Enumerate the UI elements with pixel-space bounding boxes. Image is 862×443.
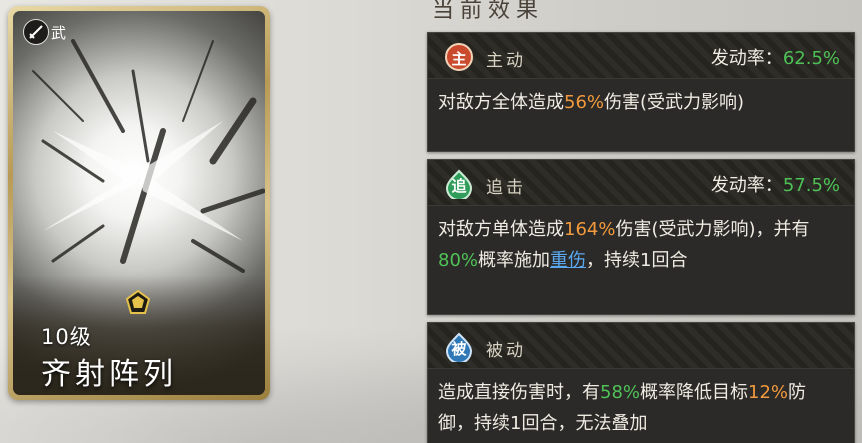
- gem-icon: [125, 289, 151, 314]
- description-segment: 164%: [564, 219, 616, 240]
- active-skill-icon: 主: [444, 42, 474, 72]
- description-segment: 80%: [438, 250, 479, 271]
- passive-skill-icon: 被: [444, 332, 474, 364]
- skill-panel-active[interactable]: 主 主动 发动率：62.5% 对敌方全体造成56%伤害(受武力影响): [427, 32, 855, 152]
- status-effect-link[interactable]: 重伤: [550, 250, 586, 271]
- description-segment: 概率降低目标: [640, 382, 749, 403]
- skill-level: 10级: [41, 325, 92, 349]
- description-segment: 伤害(受武力影响): [604, 92, 745, 113]
- panel-header: 追 追击 发动率：57.5%: [428, 160, 854, 206]
- skill-description: 对敌方单体造成164%伤害(受武力影响)，并有 80%概率施加重伤，持续1回合: [428, 206, 854, 282]
- description-segment: ，持续1回合: [586, 250, 688, 271]
- section-title: 当前效果: [432, 0, 545, 23]
- description-segment: 58%: [600, 382, 641, 403]
- panel-header: 被 被动: [428, 323, 854, 369]
- description-segment: 对敌方单体造成: [438, 219, 564, 240]
- skill-kind-label: 被动: [486, 341, 526, 361]
- trigger-rate: 发动率：57.5%: [710, 175, 840, 196]
- skill-panel-pursuit[interactable]: 追 追击 发动率：57.5% 对敌方单体造成164%伤害(受武力影响)，并有 80…: [427, 159, 855, 315]
- skill-kind-label: 追击: [486, 178, 526, 198]
- skill-kind-label: 主动: [486, 51, 526, 71]
- panel-header: 主 主动 发动率：62.5%: [428, 33, 854, 79]
- skill-type-label: 武: [51, 23, 67, 42]
- skill-name: 齐射阵列: [41, 357, 177, 392]
- description-segment: 概率施加: [478, 250, 551, 271]
- description-segment: 56%: [564, 92, 605, 113]
- skill-description: 对敌方全体造成56%伤害(受武力影响): [428, 79, 854, 124]
- description-segment: 伤害(受武力影响)，并有: [615, 219, 810, 240]
- skill-description: 造成直接伤害时，有58%概率降低目标12%防御，持续1回合，无法叠加: [428, 369, 854, 443]
- description-segment: 对敌方全体造成: [438, 92, 564, 113]
- skill-card[interactable]: 武 10级 齐射阵列: [8, 6, 270, 400]
- description-segment: 12%: [748, 382, 789, 403]
- trigger-rate: 发动率：62.5%: [710, 48, 840, 69]
- description-segment: 造成直接伤害时，有: [438, 382, 600, 403]
- skill-panel-passive[interactable]: 被 被动 造成直接伤害时，有58%概率降低目标12%防御，持续1回合，无法叠加: [427, 322, 855, 443]
- sword-icon: [23, 19, 49, 45]
- skill-type-badge: 武: [23, 19, 66, 45]
- pursuit-skill-icon: 追: [444, 169, 474, 201]
- skill-card-art: 武 10级 齐射阵列: [13, 11, 265, 395]
